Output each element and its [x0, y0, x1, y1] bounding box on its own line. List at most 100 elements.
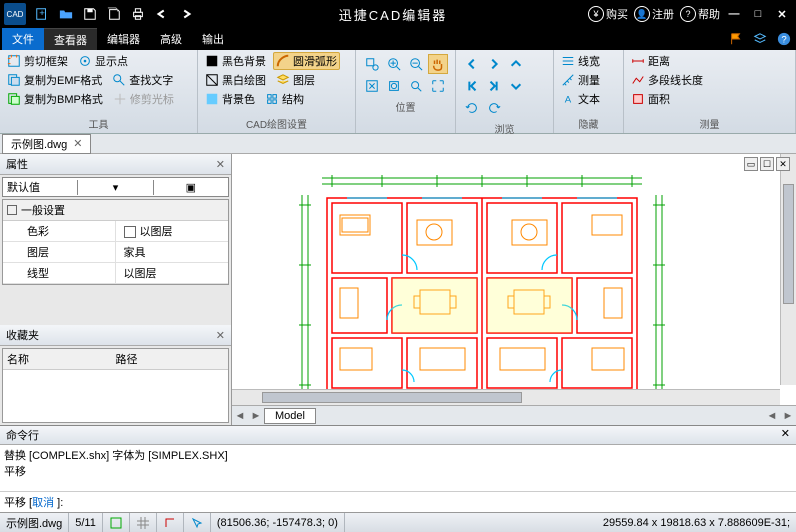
trim-cursor-button[interactable]: 修剪光标	[110, 90, 177, 108]
prop-val[interactable]: 家具	[116, 242, 229, 262]
group-label-position: 位置	[360, 98, 451, 114]
nav-last-icon[interactable]	[484, 76, 504, 96]
structure-button[interactable]: 结构	[262, 90, 307, 108]
rotate-ccw-icon[interactable]	[484, 98, 504, 118]
clip-frame-button[interactable]: 剪切框架	[4, 52, 71, 70]
group-label-tools: 工具	[4, 115, 193, 131]
saveall-icon[interactable]	[104, 4, 124, 24]
nav-left-icon[interactable]	[462, 54, 482, 74]
rotate-cw-icon[interactable]	[462, 98, 482, 118]
command-input[interactable]: 平移 [取消 ]:	[0, 491, 796, 512]
nav-right-icon[interactable]	[484, 54, 504, 74]
floorplan-drawing	[292, 170, 672, 405]
model-next-icon[interactable]: ►	[248, 410, 264, 422]
command-history: 替换 [COMPLEX.shx] 字体为 [SIMPLEX.SHX] 平移	[0, 445, 796, 491]
default-value-combo[interactable]: 默认值▾▣	[2, 177, 229, 197]
tab-editor[interactable]: 编辑器	[97, 28, 150, 50]
group-label-hide: 隐藏	[558, 115, 619, 131]
close-button[interactable]: ✕	[772, 4, 792, 24]
print-icon[interactable]	[128, 4, 148, 24]
polyline-length-button[interactable]: 多段线长度	[628, 71, 791, 89]
layers-icon[interactable]	[750, 29, 770, 49]
maximize-button[interactable]: □	[748, 4, 768, 24]
help-icon[interactable]: ?	[774, 29, 794, 49]
zoom-out-icon[interactable]	[406, 54, 426, 74]
tab-output[interactable]: 输出	[192, 28, 234, 50]
status-size: 29559.84 x 19818.63 x 7.888609E-31;	[597, 513, 796, 532]
document-tab[interactable]: 示例图.dwg✕	[2, 134, 91, 154]
register-button[interactable]: 👤注册	[634, 6, 674, 22]
copy-bmp-button[interactable]: 复制为BMP格式	[4, 90, 106, 108]
ortho-icon[interactable]	[163, 516, 177, 530]
model-tab[interactable]: Model	[264, 408, 316, 424]
close-fav-icon[interactable]: ✕	[216, 329, 225, 342]
properties-table: 一般设置 色彩以图层 图层家具 线型以图层	[2, 199, 229, 285]
prop-val[interactable]: 以图层	[116, 221, 229, 241]
area-button[interactable]: 面积	[628, 90, 791, 108]
zoom-fit-icon[interactable]	[428, 76, 448, 96]
open-icon[interactable]	[56, 4, 76, 24]
bg-color-button[interactable]: 背景色	[202, 90, 258, 108]
tab-viewer[interactable]: 查看器	[44, 28, 97, 51]
redo-icon[interactable]	[176, 4, 196, 24]
buy-button[interactable]: ¥购买	[588, 6, 628, 22]
minimize-button[interactable]: —	[724, 4, 744, 24]
pan-hand-icon[interactable]	[428, 54, 448, 74]
model-prev2-icon[interactable]: ◄	[764, 410, 780, 422]
properties-header: 属性✕	[0, 154, 231, 175]
linewidth-button[interactable]: 线宽	[558, 52, 619, 70]
bw-plot-button[interactable]: 黑白绘图	[202, 71, 269, 89]
canvas-scrollbar-h[interactable]	[232, 389, 780, 405]
snap-icon[interactable]	[109, 516, 123, 530]
help-button[interactable]: ?帮助	[680, 6, 720, 22]
group-label-measure: 测量	[628, 115, 791, 131]
text-hide-button[interactable]: A文本	[558, 90, 619, 108]
save-icon[interactable]	[80, 4, 100, 24]
zoom-window-icon[interactable]	[362, 54, 382, 74]
zoom-in-icon[interactable]	[384, 54, 404, 74]
fav-col-path: 路径	[116, 351, 225, 367]
model-prev-icon[interactable]: ◄	[232, 410, 248, 422]
undo-icon[interactable]	[152, 4, 172, 24]
smooth-arc-button[interactable]: 圆滑弧形	[273, 52, 340, 70]
drawing-canvas[interactable]	[232, 154, 796, 405]
grid-icon[interactable]	[136, 516, 150, 530]
copy-emf-button[interactable]: 复制为EMF格式	[4, 71, 105, 89]
distance-button[interactable]: 距离	[628, 52, 791, 70]
new-icon[interactable]: +	[32, 4, 52, 24]
close-doc-icon[interactable]: ✕	[73, 137, 82, 150]
black-bg-button[interactable]: 黑色背景	[202, 52, 269, 70]
flag-icon[interactable]	[726, 29, 746, 49]
section-general[interactable]: 一般设置	[3, 200, 228, 221]
canvas-close-icon[interactable]: ✕	[776, 157, 790, 171]
model-next2-icon[interactable]: ►	[780, 410, 796, 422]
measure-hide-button[interactable]: 测量	[558, 71, 619, 89]
canvas-restore-icon[interactable]: ▭	[744, 157, 758, 171]
status-page: 5/11	[69, 513, 103, 532]
svg-text:?: ?	[781, 35, 786, 46]
tab-file[interactable]: 文件	[2, 28, 44, 50]
close-cmd-icon[interactable]: ✕	[781, 427, 790, 443]
svg-text:+: +	[39, 8, 45, 19]
zoom-realtime-icon[interactable]	[406, 76, 426, 96]
nav-down-icon[interactable]	[506, 76, 526, 96]
layers-button[interactable]: 图层	[273, 71, 318, 89]
cancel-link[interactable]: 取消	[32, 497, 54, 509]
command-header: 命令行	[6, 427, 39, 443]
tab-advanced[interactable]: 高级	[150, 28, 192, 50]
prop-key: 图层	[3, 242, 116, 262]
zoom-all-icon[interactable]	[362, 76, 382, 96]
show-point-button[interactable]: 显示点	[75, 52, 131, 70]
cursor-icon[interactable]	[190, 516, 204, 530]
status-filename: 示例图.dwg	[0, 513, 69, 532]
zoom-extents-icon[interactable]	[384, 76, 404, 96]
nav-up-icon[interactable]	[506, 54, 526, 74]
app-title: 迅捷CAD编辑器	[198, 5, 588, 24]
prop-val[interactable]: 以图层	[116, 263, 229, 283]
canvas-max-icon[interactable]: ☐	[760, 157, 774, 171]
close-props-icon[interactable]: ✕	[216, 158, 225, 171]
find-text-button[interactable]: 查找文字	[109, 71, 176, 89]
app-logo: CAD	[4, 3, 26, 25]
canvas-scrollbar-v[interactable]	[780, 154, 796, 385]
nav-first-icon[interactable]	[462, 76, 482, 96]
